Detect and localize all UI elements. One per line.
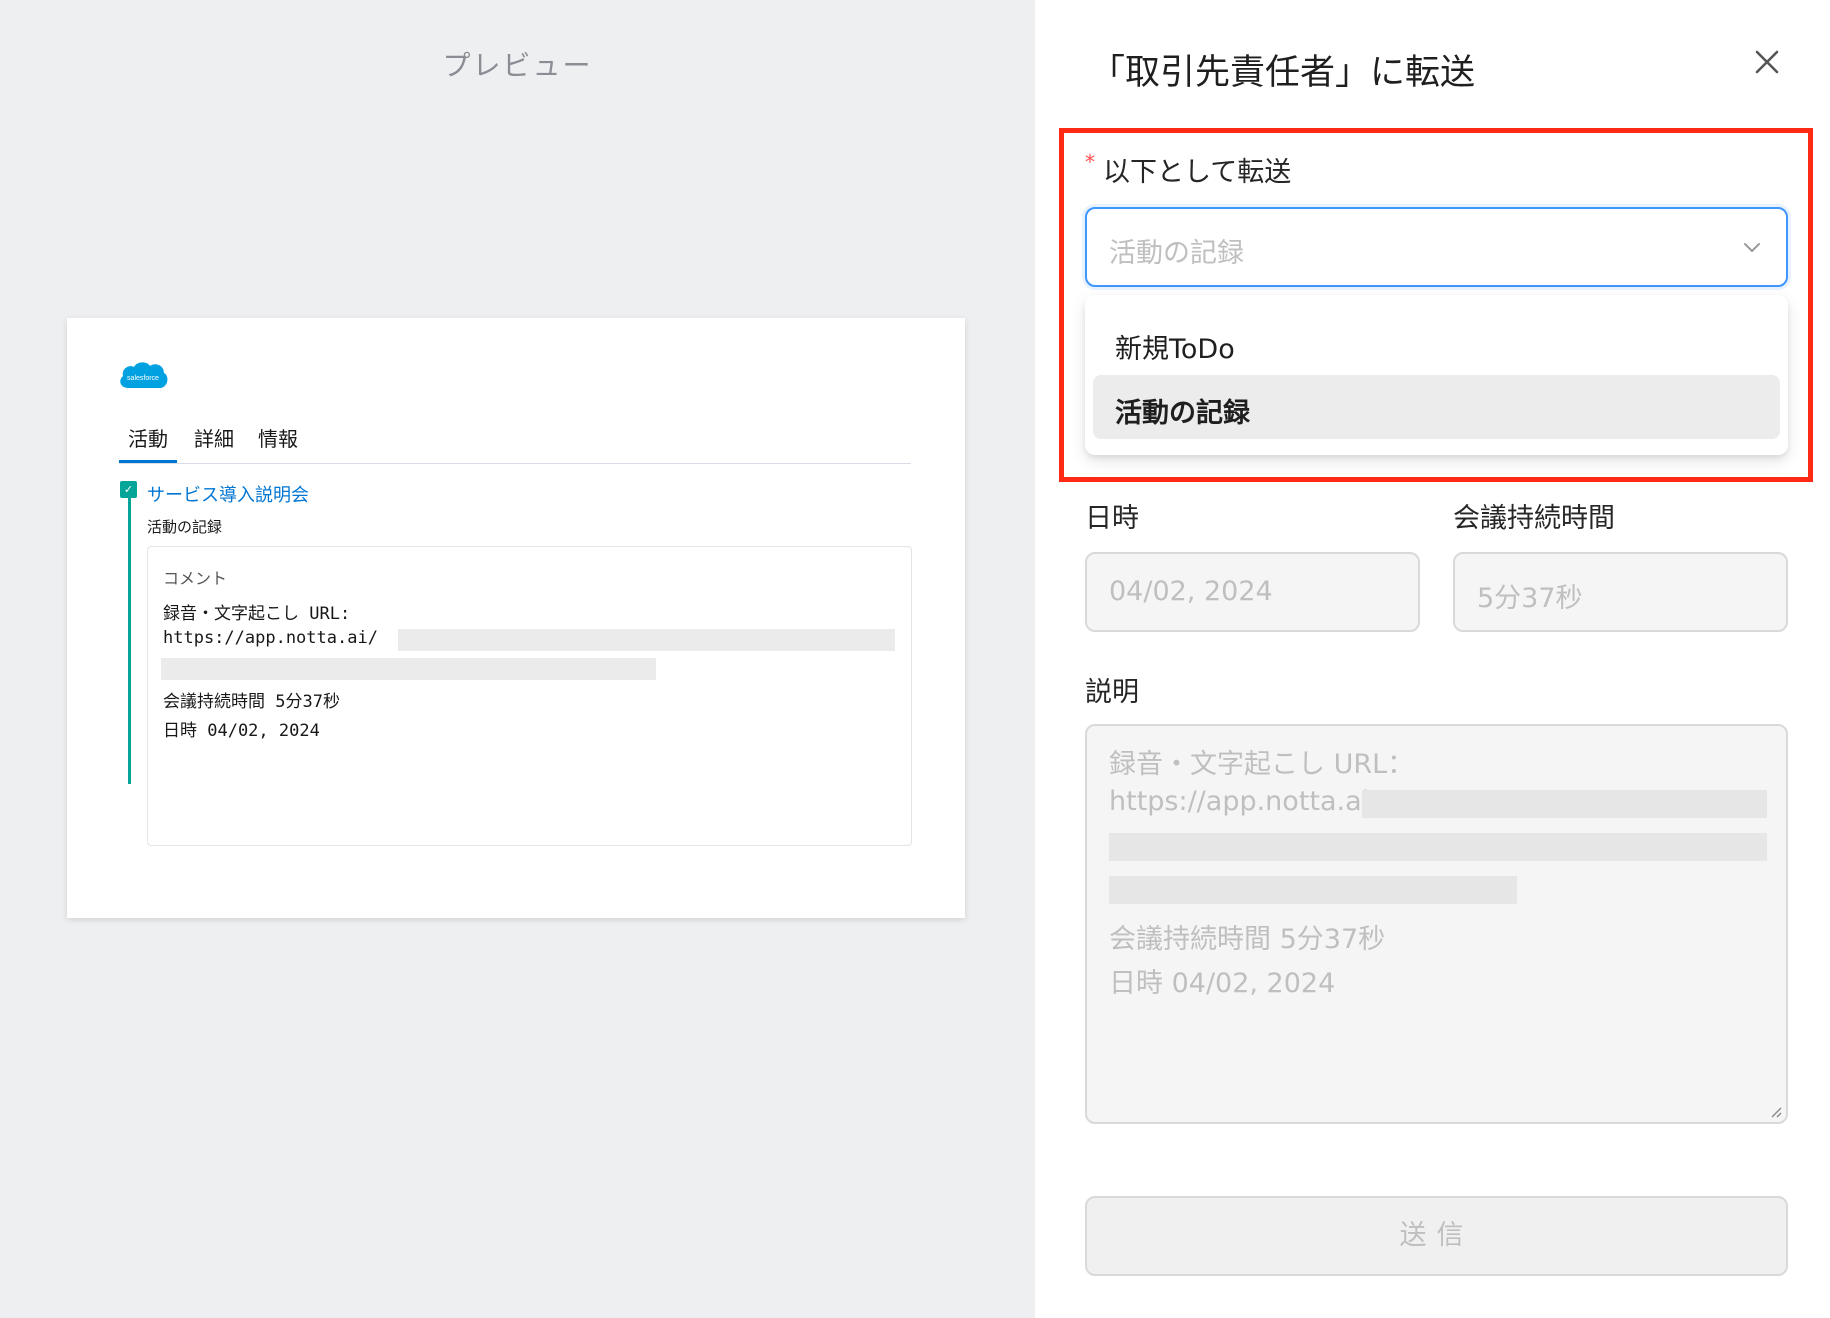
tab-activity[interactable]: 活動 [119, 426, 177, 463]
event-title-link[interactable]: サービス導入説明会 [147, 481, 309, 507]
redacted-block [398, 629, 895, 651]
comment-line-duration: 会議持続時間 5分37秒 [163, 692, 340, 712]
date-label: 日時 [1085, 503, 1139, 534]
comment-line-url-label: 録音・文字起こし URL: [163, 604, 351, 624]
tab-details[interactable]: 詳細 [194, 426, 234, 452]
description-textarea: 録音・文字起こし URL： https://app.notta.ai/ 会議持続… [1085, 724, 1788, 1124]
comment-line-url: https://app.notta.ai/ [163, 628, 378, 648]
description-line: 会議持続時間 5分37秒 [1109, 924, 1386, 955]
resize-handle-icon [1771, 1107, 1782, 1118]
date-input: 04/02, 2024 [1085, 552, 1420, 632]
tab-info[interactable]: 情報 [258, 426, 298, 452]
forward-drawer: 「取引先責任者」に転送 * 以下として転送 活動の記録 新規ToDo 活動の記録 … [1035, 0, 1830, 1318]
description-line: https://app.notta.ai/ [1109, 786, 1379, 817]
description-line: 日時 04/02, 2024 [1109, 968, 1336, 999]
duration-label: 会議持続時間 [1453, 503, 1615, 534]
description-label: 説明 [1085, 677, 1139, 708]
redacted-block [161, 658, 656, 680]
duration-value: 5分37秒 [1477, 583, 1583, 614]
logo-text: salesforce [127, 375, 159, 382]
drawer-title: 「取引先責任者」に転送 [1090, 53, 1476, 93]
comment-line-date: 日時 04/02, 2024 [163, 721, 320, 741]
timeline-line [128, 498, 131, 784]
preview-title: プレビュー [442, 49, 593, 82]
redacted-block [1109, 876, 1517, 904]
comment-box: コメント 録音・文字起こし URL: https://app.notta.ai/… [147, 546, 912, 846]
preview-pane: プレビュー salesforce 活動 詳細 情報 ✓ サービス導入説明会 活動… [0, 0, 1035, 1318]
redacted-block [1362, 790, 1767, 818]
date-value: 04/02, 2024 [1109, 576, 1273, 607]
redacted-block [1109, 833, 1767, 861]
preview-tabs: 活動 詳細 情報 [119, 426, 911, 464]
duration-input: 5分37秒 [1453, 552, 1788, 632]
event-subtitle: 活動の記録 [147, 518, 223, 536]
salesforce-logo: salesforce [117, 358, 169, 396]
comment-label: コメント [163, 569, 228, 588]
highlight-annotation [1059, 128, 1813, 482]
submit-button[interactable]: 送信 [1085, 1196, 1788, 1276]
task-icon: ✓ [120, 481, 137, 498]
close-icon[interactable] [1750, 45, 1784, 79]
description-line: 録音・文字起こし URL： [1109, 749, 1415, 780]
preview-card: salesforce 活動 詳細 情報 ✓ サービス導入説明会 活動の記録 コメ… [67, 318, 965, 918]
